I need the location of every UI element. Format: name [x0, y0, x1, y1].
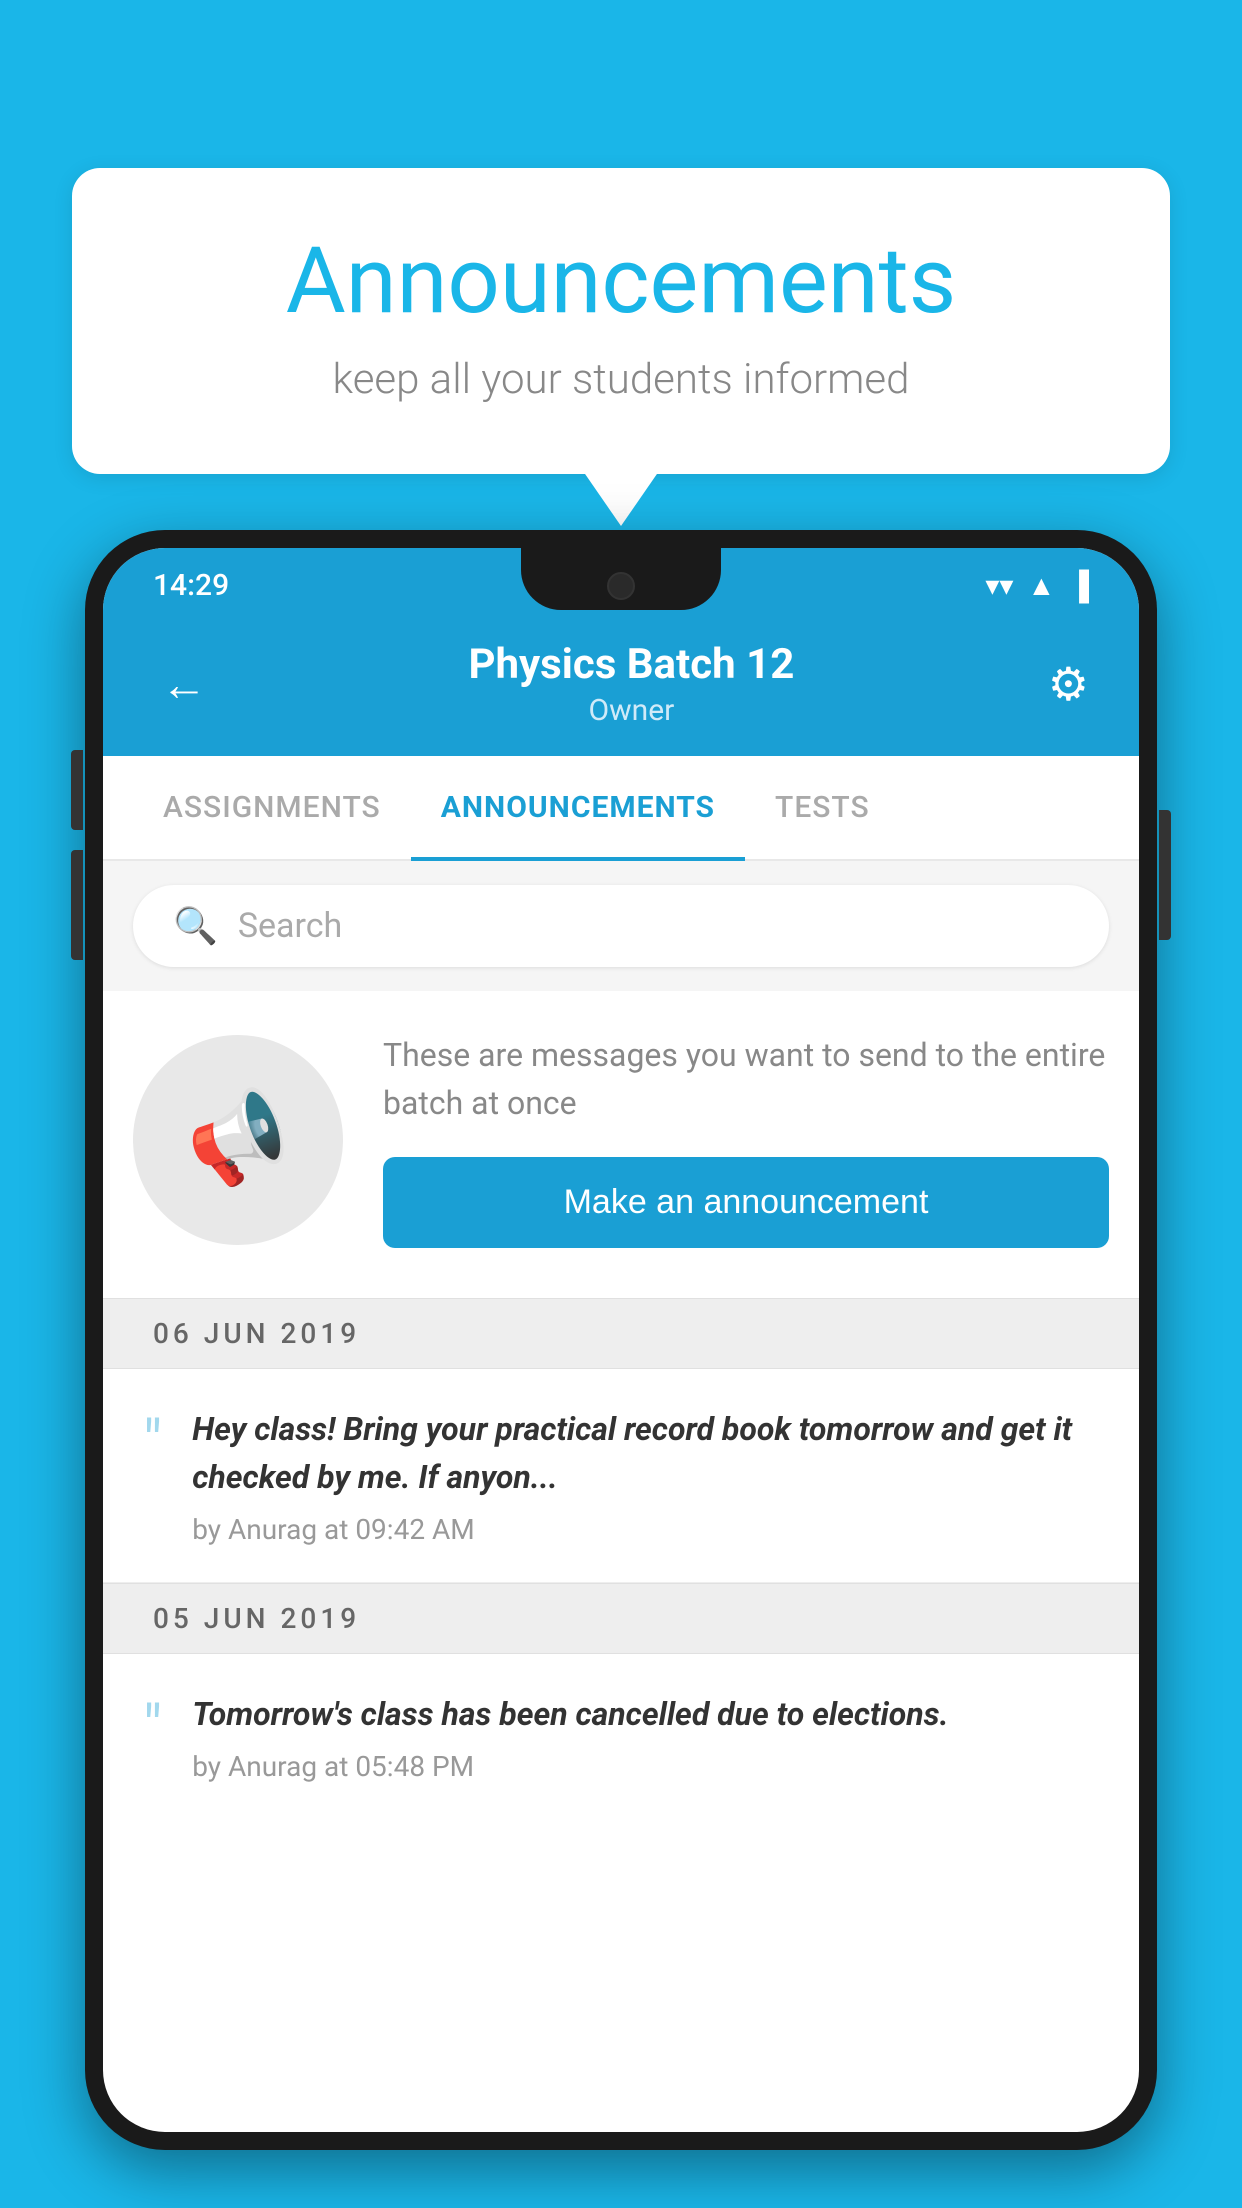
battery-icon: ▐	[1069, 569, 1089, 602]
quote-icon-2: "	[143, 1698, 162, 1758]
tab-assignments[interactable]: ASSIGNMENTS	[133, 756, 411, 859]
status-time: 14:29	[153, 568, 229, 603]
phone-camera	[607, 572, 635, 600]
status-icons: ▾▾ ▲ ▐	[985, 569, 1089, 602]
phone-vol-up-button	[71, 750, 83, 830]
search-bar[interactable]: 🔍 Search	[133, 885, 1109, 967]
message-meta-2: by Anurag at 05:48 PM	[192, 1750, 1099, 1783]
message-item-2[interactable]: " Tomorrow's class has been cancelled du…	[103, 1654, 1139, 1819]
message-content-2: Tomorrow's class has been cancelled due …	[192, 1690, 1099, 1783]
signal-icon: ▲	[1027, 569, 1055, 602]
phone-mockup: 14:29 ▾▾ ▲ ▐ ← Physics Batch 12 Owner ⚙	[85, 530, 1157, 2208]
phone-power-button	[1159, 810, 1171, 940]
phone-outer: 14:29 ▾▾ ▲ ▐ ← Physics Batch 12 Owner ⚙	[85, 530, 1157, 2150]
announce-description: These are messages you want to send to t…	[383, 1031, 1109, 1127]
message-meta-1: by Anurag at 09:42 AM	[192, 1513, 1099, 1546]
back-button[interactable]: ←	[153, 649, 215, 720]
tab-announcements[interactable]: ANNOUNCEMENTS	[411, 756, 745, 859]
app-header: ← Physics Batch 12 Owner ⚙	[103, 616, 1139, 756]
quote-icon-1: "	[143, 1413, 162, 1473]
message-text-2: Tomorrow's class has been cancelled due …	[192, 1690, 1099, 1738]
header-title: Physics Batch 12	[468, 640, 794, 689]
settings-button[interactable]: ⚙	[1048, 657, 1089, 712]
header-title-group: Physics Batch 12 Owner	[468, 640, 794, 728]
date-separator-2: 05 JUN 2019	[103, 1583, 1139, 1654]
megaphone-icon: 📢	[175, 1078, 301, 1200]
header-subtitle: Owner	[468, 693, 794, 728]
phone-vol-down-button	[71, 850, 83, 960]
tabs-bar: ASSIGNMENTS ANNOUNCEMENTS TESTS	[103, 756, 1139, 861]
wifi-icon: ▾▾	[985, 569, 1013, 602]
bubble-subtitle: keep all your students informed	[152, 355, 1090, 404]
phone-screen: 14:29 ▾▾ ▲ ▐ ← Physics Batch 12 Owner ⚙	[103, 548, 1139, 2132]
announce-right: These are messages you want to send to t…	[383, 1031, 1109, 1248]
announcement-prompt: 📢 These are messages you want to send to…	[103, 991, 1139, 1298]
date-separator-1: 06 JUN 2019	[103, 1298, 1139, 1369]
message-content-1: Hey class! Bring your practical record b…	[192, 1405, 1099, 1546]
speech-bubble-area: Announcements keep all your students inf…	[72, 168, 1170, 474]
speech-bubble: Announcements keep all your students inf…	[72, 168, 1170, 474]
search-icon: 🔍	[173, 905, 218, 947]
tab-tests[interactable]: TESTS	[745, 756, 900, 859]
message-item-1[interactable]: " Hey class! Bring your practical record…	[103, 1369, 1139, 1583]
message-text-1: Hey class! Bring your practical record b…	[192, 1405, 1099, 1501]
search-input[interactable]: Search	[238, 906, 342, 946]
bubble-title: Announcements	[152, 228, 1090, 335]
make-announcement-button[interactable]: Make an announcement	[383, 1157, 1109, 1248]
search-container: 🔍 Search	[103, 861, 1139, 991]
phone-notch	[521, 548, 721, 610]
announce-icon-circle: 📢	[133, 1035, 343, 1245]
